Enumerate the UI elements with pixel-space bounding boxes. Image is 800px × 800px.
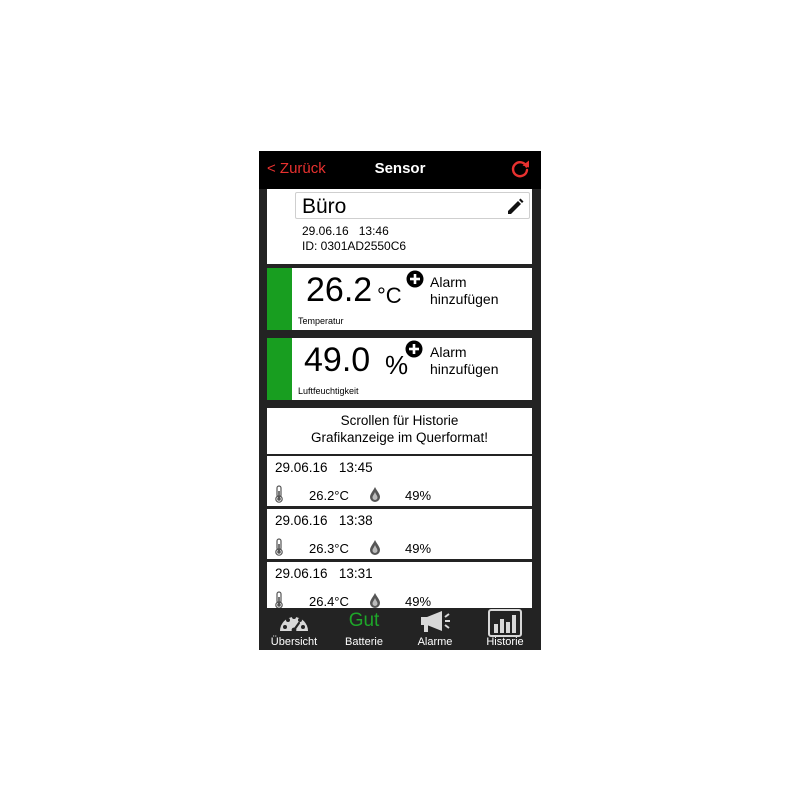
- sensor-name-field[interactable]: Büro: [295, 192, 530, 219]
- thermometer-icon: [275, 538, 283, 556]
- bar-chart-icon: [488, 609, 522, 637]
- temperature-label: Temperatur: [298, 316, 344, 326]
- history-humidity: 49%: [405, 488, 432, 503]
- tab-overview-label: Übersicht: [270, 636, 318, 648]
- history-row: 29.06.16 13:45 26.2°C 49%: [267, 456, 532, 506]
- gauge-icon: [280, 615, 308, 633]
- alarm-label-line2: hinzufügen: [430, 291, 499, 307]
- history-temperature: 26.3°C: [309, 541, 349, 556]
- scroll-hint-line2: Grafikanzeige im Querformat!: [310, 430, 489, 445]
- humidity-value: 49.0: [304, 341, 371, 379]
- last-update: 29.06.16 13:46: [302, 224, 389, 238]
- last-update-date: 29.06.16: [302, 224, 349, 238]
- history-list[interactable]: 29.06.16 13:45 26.2°C 49% 29.06.16 13:38: [267, 456, 532, 608]
- history-row: 29.06.16 13:31 26.4°C 49%: [267, 562, 532, 608]
- history-date: 29.06.16: [275, 513, 328, 528]
- pencil-icon[interactable]: [505, 197, 525, 217]
- alarm-label-line1: Alarm: [430, 344, 467, 360]
- back-button[interactable]: < Zurück: [267, 160, 326, 177]
- humidity-status-indicator: [267, 338, 292, 400]
- temperature-card: 26.2 °C Alarm hinzufügen Temperatur: [267, 268, 532, 330]
- thermometer-icon: [275, 591, 283, 608]
- history-datetime: 29.06.16 13:45: [275, 460, 373, 475]
- tab-overview[interactable]: Übersicht: [259, 608, 329, 650]
- navigation-bar: < Zurück Sensor: [259, 151, 541, 189]
- history-date: 29.06.16: [275, 566, 328, 581]
- sensor-info-card: Büro 29.06.16 13:46 ID: 0301AD2550C6: [267, 189, 532, 264]
- scroll-hint-line1: Scrollen für Historie: [340, 413, 459, 428]
- alarm-label-line1: Alarm: [430, 274, 467, 290]
- tab-battery[interactable]: Gut Batterie: [329, 608, 399, 650]
- history-date: 29.06.16: [275, 460, 328, 475]
- last-update-time: 13:46: [358, 224, 389, 238]
- scroll-hint: Scrollen für Historie Grafikanzeige im Q…: [267, 408, 532, 454]
- water-drop-icon: [370, 593, 380, 608]
- history-humidity: 49%: [405, 541, 432, 556]
- tab-bar: Übersicht Gut Batterie Alarme Historie: [259, 608, 541, 650]
- add-temperature-alarm-button[interactable]: Alarm hinzufügen: [430, 274, 499, 308]
- add-alarm-icon[interactable]: [405, 340, 423, 358]
- tab-history-label: Historie: [486, 636, 524, 648]
- humidity-card: 49.0 % Alarm hinzufügen Luftfeuchtigkeit: [267, 338, 532, 400]
- battery-status: Gut: [348, 610, 380, 631]
- water-drop-icon: [370, 540, 380, 555]
- thermometer-icon: [275, 485, 283, 503]
- tab-battery-label: Batterie: [345, 636, 383, 648]
- temperature-value: 26.2: [306, 271, 373, 309]
- history-time: 13:45: [338, 460, 373, 475]
- temperature-unit: °C: [377, 283, 402, 308]
- history-datetime: 29.06.16 13:38: [275, 513, 373, 528]
- temperature-status-indicator: [267, 268, 292, 330]
- megaphone-icon: [421, 611, 450, 632]
- add-humidity-alarm-button[interactable]: Alarm hinzufügen: [430, 344, 499, 378]
- history-humidity: 49%: [405, 594, 432, 608]
- humidity-label: Luftfeuchtigkeit: [298, 386, 359, 396]
- history-row: 29.06.16 13:38 26.3°C 49%: [267, 509, 532, 559]
- history-datetime: 29.06.16 13:31: [275, 566, 373, 581]
- history-time: 13:31: [338, 566, 373, 581]
- add-alarm-icon[interactable]: [406, 270, 424, 288]
- tab-history[interactable]: Historie: [470, 608, 540, 650]
- tab-alarms[interactable]: Alarme: [400, 608, 470, 650]
- phone-screen: < Zurück Sensor Büro 29.06.16 13:46 ID: …: [259, 151, 541, 650]
- water-drop-icon: [370, 487, 380, 502]
- refresh-icon[interactable]: [508, 157, 532, 181]
- history-time: 13:38: [338, 513, 373, 528]
- history-temperature: 26.2°C: [309, 488, 349, 503]
- tab-alarms-label: Alarme: [417, 636, 453, 648]
- sensor-name: Büro: [302, 195, 347, 218]
- sensor-id: ID: 0301AD2550C6: [302, 239, 407, 253]
- alarm-label-line2: hinzufügen: [430, 361, 499, 377]
- history-temperature: 26.4°C: [309, 594, 349, 608]
